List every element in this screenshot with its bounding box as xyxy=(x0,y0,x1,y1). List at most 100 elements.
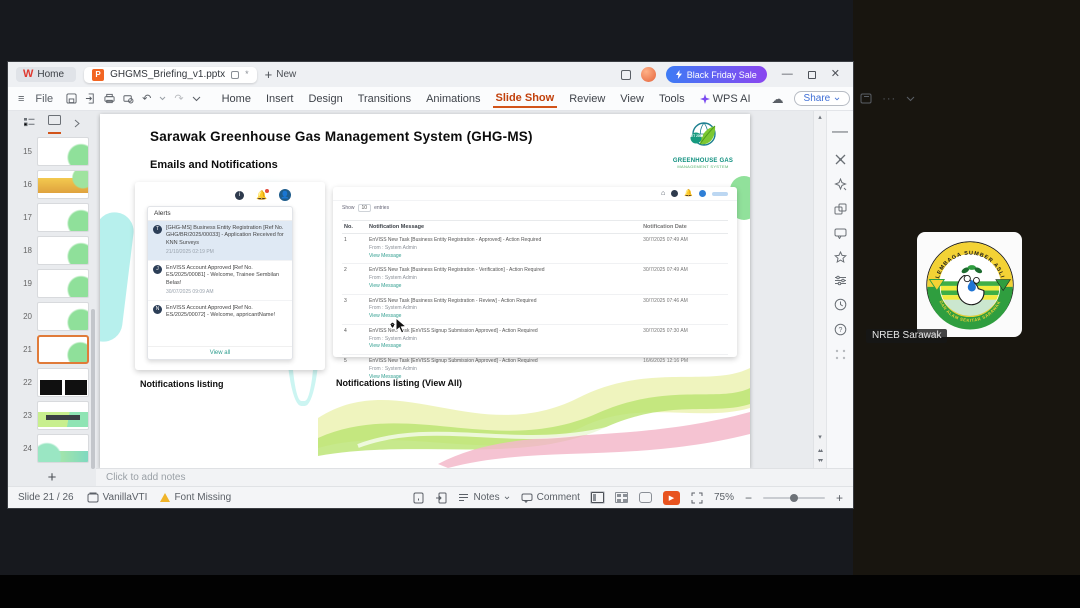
file-menu[interactable]: File xyxy=(32,91,56,107)
slide-thumbnail[interactable] xyxy=(37,203,89,232)
slide-thumbnail-row[interactable]: 24 xyxy=(16,432,96,465)
comment-button[interactable]: Comment xyxy=(521,492,580,503)
menu-animations[interactable]: Animations xyxy=(423,91,483,107)
notes-bar[interactable]: Click to add notes xyxy=(96,468,853,486)
more-apps-icon[interactable] xyxy=(834,348,847,361)
close-button[interactable]: ✕ xyxy=(826,69,845,80)
undo-icon[interactable]: ↶ xyxy=(142,92,151,105)
settings-sliders-icon[interactable] xyxy=(834,275,847,286)
menu-view[interactable]: View xyxy=(617,91,647,107)
export-icon[interactable] xyxy=(85,93,96,104)
slide-thumbnail-row[interactable]: 17 xyxy=(16,201,96,234)
add-slide-button[interactable]: + xyxy=(48,469,57,486)
slide-thumbnail-row[interactable]: 19 xyxy=(16,267,96,300)
slide-thumbnail-row-selected[interactable]: 21 xyxy=(16,333,96,366)
print-icon[interactable] xyxy=(104,93,115,104)
window-mode-icon[interactable] xyxy=(620,69,631,80)
fit-slide-icon[interactable] xyxy=(691,492,703,504)
black-friday-sale-button[interactable]: Black Friday Sale xyxy=(665,66,767,83)
hamburger-icon[interactable]: ≡ xyxy=(18,93,24,105)
slide-thumbnail[interactable] xyxy=(37,302,89,331)
slide-thumbnail-row[interactable]: 23 xyxy=(16,399,96,432)
zoom-in-button[interactable]: + xyxy=(836,492,843,504)
notes-toggle[interactable]: Notes xyxy=(458,492,509,503)
panel-scrollbar[interactable] xyxy=(91,309,95,469)
slide-sorter-view-button[interactable] xyxy=(614,492,628,503)
zoom-level[interactable]: 75% xyxy=(714,492,734,503)
outline-view-icon[interactable] xyxy=(24,118,35,128)
menu-review[interactable]: Review xyxy=(566,91,608,107)
cloud-sync-icon[interactable]: ☁ xyxy=(772,92,784,106)
collapse-ribbon-icon[interactable] xyxy=(906,96,915,102)
slide-thumbnail[interactable] xyxy=(37,269,89,298)
redo-icon[interactable]: ↷ xyxy=(174,92,183,105)
menu-transitions[interactable]: Transitions xyxy=(355,91,414,107)
participant-video-tile[interactable]: LEMBAGA SUMBER ASLI DAN ALAM SEKITAR SAR… xyxy=(917,232,1022,337)
editor-scrollbar[interactable]: ▴ ▾ ▴▴ ▾▾ xyxy=(813,111,826,468)
new-tab-button[interactable]: + New xyxy=(265,68,297,81)
zoom-slider-handle[interactable] xyxy=(790,493,799,502)
more-options-icon[interactable]: ··· xyxy=(882,93,896,105)
history-icon[interactable] xyxy=(834,298,847,311)
scroll-down-icon[interactable]: ▾ xyxy=(814,433,826,441)
start-from-slide-icon[interactable] xyxy=(435,492,447,504)
objects-icon[interactable] xyxy=(834,203,847,216)
minimize-button[interactable]: — xyxy=(777,69,798,80)
panel-switch-icon[interactable] xyxy=(860,93,872,104)
smart-effects-icon[interactable] xyxy=(833,178,847,191)
design-tools-icon[interactable] xyxy=(834,153,847,166)
slide-canvas[interactable]: Sarawak Greenhouse Gas Management System… xyxy=(100,114,750,468)
slide-thumbnail-row[interactable]: 18 xyxy=(16,234,96,267)
menu-wps-ai[interactable]: WPS AI xyxy=(697,91,754,107)
alert-avatar: T xyxy=(153,225,162,234)
menu-slide-show[interactable]: Slide Show xyxy=(492,90,558,108)
slide-thumbnail-row[interactable]: 20 xyxy=(16,300,96,333)
document-tab[interactable]: P GHGMS_Briefing_v1.pptx * xyxy=(84,66,257,83)
design-theme-button[interactable]: VanillaVTI xyxy=(87,492,147,503)
scroll-up-icon[interactable]: ▴ xyxy=(814,113,826,121)
menu-tools[interactable]: Tools xyxy=(656,91,688,107)
next-slide-icon[interactable]: ▾▾ xyxy=(814,457,826,464)
slide-thumbnail-selected[interactable] xyxy=(37,335,89,364)
restore-button[interactable] xyxy=(807,70,816,79)
normal-view-button[interactable] xyxy=(590,492,604,503)
slide-thumbnail[interactable] xyxy=(37,434,89,463)
slideshow-play-button[interactable]: ▶ xyxy=(662,490,680,505)
favorites-icon[interactable] xyxy=(833,251,847,263)
comment-panel-icon[interactable] xyxy=(834,228,847,239)
slide-thumbnail-row[interactable]: 16 xyxy=(16,168,96,201)
slide-view-icon[interactable] xyxy=(48,112,61,134)
theme-icon xyxy=(87,492,99,503)
slide-thumbnail-row[interactable]: 15 xyxy=(16,135,96,168)
slide-thumbnail[interactable] xyxy=(37,137,89,166)
wps-home-tab[interactable]: W Home xyxy=(16,67,77,82)
task-window-icon[interactable] xyxy=(413,492,424,504)
account-avatar[interactable] xyxy=(640,67,656,82)
slide-thumbnail-row[interactable]: 22 xyxy=(16,366,96,399)
panel-collapse-icon[interactable] xyxy=(74,119,80,128)
menu-design[interactable]: Design xyxy=(305,91,345,107)
tab-window-icon[interactable] xyxy=(231,70,240,79)
menu-home[interactable]: Home xyxy=(219,91,254,107)
share-button[interactable]: Share xyxy=(793,91,851,106)
help-icon[interactable]: ? xyxy=(834,323,847,336)
save-icon[interactable] xyxy=(66,93,77,104)
font-missing-warning[interactable]: Font Missing xyxy=(160,492,231,503)
slide-editor[interactable]: Sarawak Greenhouse Gas Management System… xyxy=(96,111,813,468)
slide-thumbnail[interactable] xyxy=(37,368,89,397)
warning-icon xyxy=(160,493,171,502)
reading-view-button[interactable] xyxy=(638,492,652,503)
menu-insert[interactable]: Insert xyxy=(263,91,297,107)
previous-slide-icon[interactable]: ▴▴ xyxy=(814,447,826,454)
zoom-slider[interactable] xyxy=(762,493,825,502)
slide-thumbnail[interactable] xyxy=(37,236,89,265)
alert-avatar: N xyxy=(153,305,162,315)
zoom-out-button[interactable]: − xyxy=(745,492,752,504)
toolbar-more-icon[interactable] xyxy=(192,96,201,102)
collapse-sidebar-icon[interactable]: — xyxy=(832,123,848,141)
slide-thumbnail[interactable] xyxy=(37,401,89,430)
slide-thumbnail[interactable] xyxy=(37,170,89,199)
print-preview-icon[interactable] xyxy=(123,93,134,104)
undo-dropdown-icon[interactable] xyxy=(159,96,166,101)
nreb-sarawak-logo: LEMBAGA SUMBER ASLI DAN ALAM SEKITAR SAR… xyxy=(925,240,1014,329)
